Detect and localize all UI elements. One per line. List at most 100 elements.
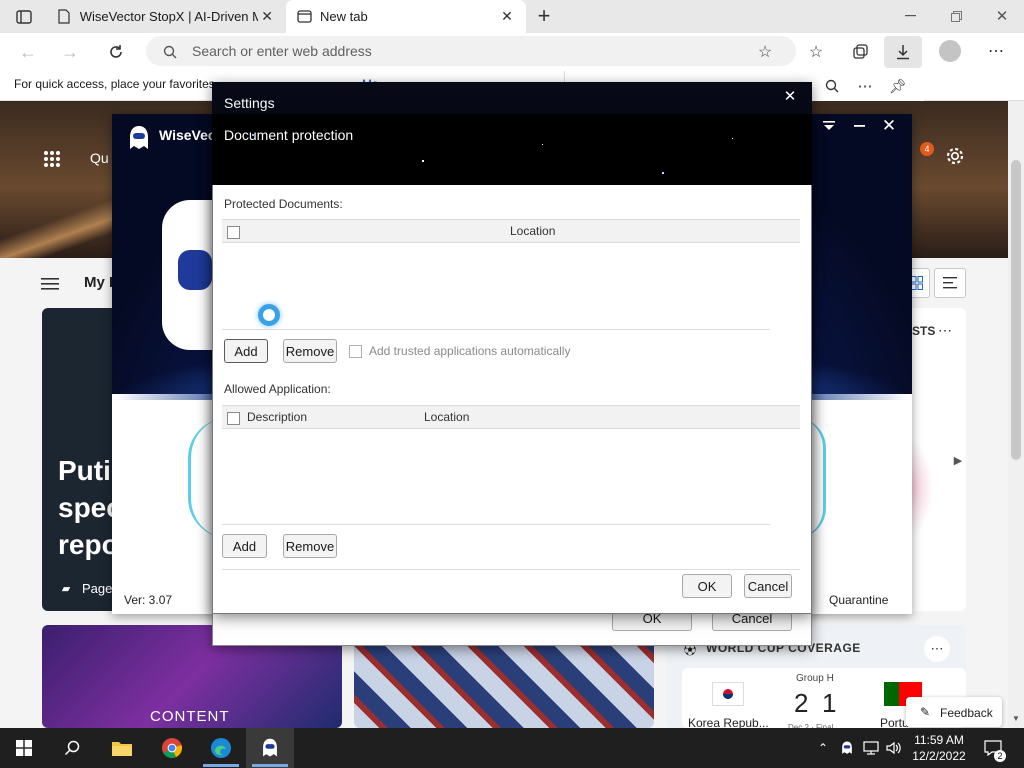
minimize-icon[interactable] <box>896 6 924 26</box>
new-tab-page-icon <box>296 10 312 23</box>
notification-badge: 4 <box>920 142 934 156</box>
tab-label: New tab <box>320 9 368 24</box>
allowed-location-column: Location <box>424 410 470 424</box>
close-icon[interactable]: ✕ <box>780 86 800 106</box>
scrollbar-thumb[interactable] <box>1011 160 1021 460</box>
pin-icon[interactable]: 📌︎ <box>888 76 908 96</box>
file-explorer-icon[interactable] <box>98 728 146 768</box>
movies-caption: CONTENT <box>150 708 230 725</box>
korea-flag-icon <box>712 682 744 706</box>
new-tab-button[interactable]: + <box>532 3 556 28</box>
allowed-select-all-checkbox[interactable] <box>227 412 240 425</box>
more-options-icon[interactable]: ⋯ <box>854 76 876 96</box>
feedback-icon: ✎ <box>919 705 931 719</box>
allowed-add-button[interactable]: Add <box>222 534 267 558</box>
trusted-apps-checkbox[interactable] <box>349 345 362 358</box>
network-icon[interactable] <box>862 738 880 758</box>
close-icon[interactable]: ✕ <box>498 8 516 26</box>
protected-documents-label: Protected Documents: <box>224 197 343 211</box>
quarantine-link[interactable]: Quarantine <box>829 593 888 607</box>
settings-title: Settings <box>224 95 275 111</box>
version-label: Ver: 3.07 <box>124 593 173 607</box>
allowed-remove-button[interactable]: Remove <box>283 534 337 558</box>
wisevector-logo-icon <box>126 124 152 152</box>
protected-remove-button[interactable]: Remove <box>283 339 337 363</box>
wisevector-tray-icon[interactable] <box>838 738 856 758</box>
menu-icon[interactable] <box>40 274 60 294</box>
scroll-down-icon[interactable]: ▼ <box>1010 712 1022 724</box>
group-label: Group H <box>796 673 834 684</box>
refresh-icon[interactable] <box>104 40 128 64</box>
gear-icon[interactable] <box>943 144 967 168</box>
address-placeholder: Search or enter web address <box>192 43 372 59</box>
document-protection-title: Document protection <box>224 127 354 143</box>
allowed-description-column: Description <box>247 410 308 424</box>
allowed-application-label: Allowed Application: <box>224 382 331 396</box>
hero-decoration <box>0 200 112 258</box>
mascot-visor <box>178 250 212 290</box>
close-icon[interactable]: ✕ <box>258 8 276 26</box>
publisher-name: Page <box>82 581 113 596</box>
trusted-apps-label: Add trusted applications automatically <box>369 344 571 358</box>
protected-select-all-checkbox[interactable] <box>227 226 240 239</box>
tab-actions-icon[interactable] <box>12 6 36 28</box>
profile-avatar[interactable] <box>939 40 961 62</box>
restore-icon[interactable] <box>942 6 970 26</box>
team-away: Portu <box>880 716 909 728</box>
clock[interactable]: 11:59 AM 12/2/2022 <box>912 732 966 764</box>
apps-grid-icon[interactable] <box>40 147 64 171</box>
add-favorite-icon[interactable]: ☆ <box>754 41 776 63</box>
chevron-up-icon[interactable]: ⌃ <box>814 738 832 758</box>
allowed-applications-list[interactable] <box>222 429 800 524</box>
downloads-icon[interactable] <box>884 36 922 68</box>
quick-links-label[interactable]: Qu <box>90 150 109 166</box>
minimize-icon[interactable] <box>850 116 868 136</box>
start-button[interactable] <box>0 728 48 768</box>
dp-cancel-button[interactable]: Cancel <box>744 574 792 598</box>
search-icon[interactable] <box>822 76 842 96</box>
favorites-hint: For quick access, place your favorites <box>14 77 215 91</box>
favorites-icon[interactable]: ☆ <box>804 41 828 63</box>
side-card-title: STS <box>912 324 936 338</box>
search-icon <box>160 42 180 62</box>
forward-icon[interactable]: → <box>58 40 82 64</box>
divider <box>222 569 800 570</box>
feedback-label: Feedback <box>940 706 993 720</box>
clock-time: 11:59 AM <box>914 733 964 747</box>
chrome-icon[interactable] <box>148 728 196 768</box>
list-view-icon[interactable] <box>934 268 966 298</box>
protected-add-button[interactable]: Add <box>224 339 268 363</box>
document-protection-titlebar <box>212 114 812 185</box>
more-options-icon[interactable]: ⋯ <box>984 40 1008 62</box>
back-icon[interactable]: ← <box>16 40 40 64</box>
close-icon[interactable]: ✕ <box>988 6 1016 26</box>
divider <box>222 524 770 525</box>
notification-count-badge: 2 <box>994 750 1006 762</box>
protected-documents-list[interactable] <box>222 243 800 329</box>
wisevector-taskbar-icon[interactable] <box>246 728 294 768</box>
allowed-table-header <box>222 405 800 429</box>
settings-titlebar <box>212 82 812 116</box>
clock-date: 12/2/2022 <box>912 749 966 763</box>
publisher-icon: ▰ <box>61 582 71 595</box>
edge-icon[interactable] <box>197 728 245 768</box>
dp-ok-button[interactable]: OK <box>682 574 732 598</box>
tab-new-tab[interactable]: New tab ✕ <box>286 0 526 33</box>
close-icon[interactable]: ✕ <box>879 116 899 136</box>
volume-icon[interactable] <box>884 738 904 758</box>
more-options-icon[interactable]: ⋯ <box>924 636 950 662</box>
protected-location-column: Location <box>510 224 556 238</box>
loading-spinner-icon <box>258 304 280 326</box>
chevron-right-icon[interactable]: ▶ <box>952 452 964 468</box>
score-home: 2 <box>794 688 809 718</box>
team-home: Korea Repub... <box>688 716 769 728</box>
tab-label: WiseVector StopX | AI-Driven Ma <box>79 9 259 24</box>
more-options-icon[interactable]: ⋯ <box>938 322 952 339</box>
divider <box>222 329 770 330</box>
tab-wisevector[interactable]: WiseVector StopX | AI-Driven Ma ✕ <box>46 0 286 33</box>
wisevector-running-indicator <box>252 764 288 767</box>
search-icon[interactable] <box>48 728 96 768</box>
dropdown-menu-icon[interactable] <box>820 116 838 136</box>
headline-line-3: repo <box>58 529 119 560</box>
collections-icon[interactable] <box>848 41 872 63</box>
